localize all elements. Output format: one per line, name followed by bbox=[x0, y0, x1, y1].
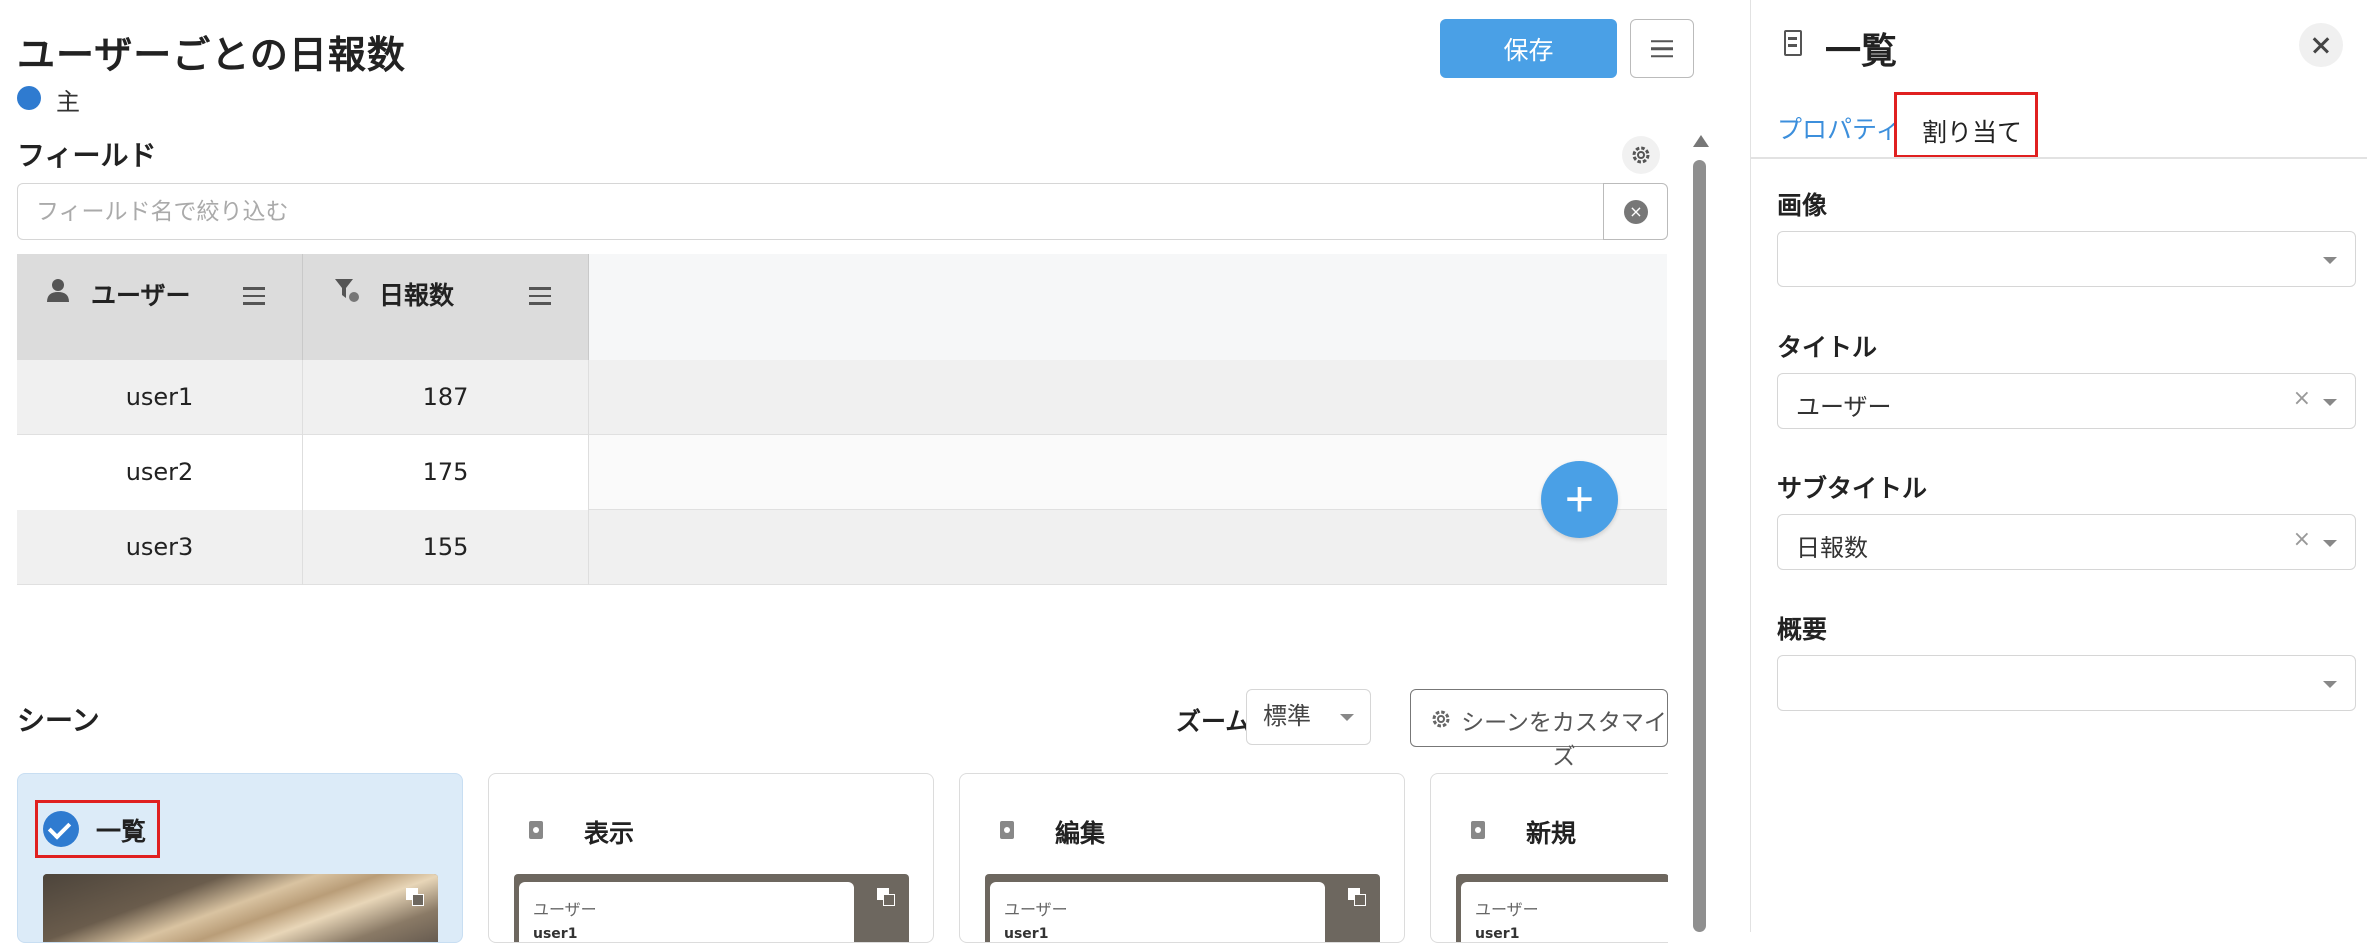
scenes-heading: シーン bbox=[17, 704, 100, 737]
list-view-icon bbox=[1784, 30, 1802, 56]
plus-icon: + bbox=[1564, 471, 1595, 527]
clear-icon[interactable]: × bbox=[2293, 527, 2311, 552]
tabs-divider bbox=[1751, 157, 2367, 159]
menu-button[interactable] bbox=[1630, 19, 1694, 78]
close-button[interactable] bbox=[2299, 23, 2343, 67]
cell-count: 175 bbox=[303, 435, 589, 510]
highlight-box bbox=[35, 800, 160, 858]
clear-circle-icon: × bbox=[1624, 200, 1648, 224]
image-select[interactable] bbox=[1777, 231, 2356, 287]
gear-icon bbox=[1632, 146, 1650, 164]
zoom-select[interactable]: 標準 bbox=[1246, 689, 1371, 745]
scene-thumbnail: ユーザー user1 bbox=[514, 874, 909, 942]
cell-count: 155 bbox=[303, 510, 589, 585]
tab-assign[interactable]: 割り当て bbox=[1894, 92, 2038, 158]
filter-clear-button[interactable]: × bbox=[1603, 183, 1668, 240]
caret-down-icon bbox=[1340, 714, 1354, 721]
field-label-subtitle: サブタイトル bbox=[1777, 474, 1928, 503]
table-row[interactable]: user1 187 bbox=[17, 360, 1667, 435]
thumbnail-field-label: ユーザー bbox=[1475, 900, 1539, 919]
copy-icon[interactable] bbox=[1348, 888, 1368, 908]
thumbnail-field-value: user1 bbox=[1475, 926, 1520, 942]
caret-down-icon bbox=[2323, 399, 2337, 406]
tab-assign-label: 割り当て bbox=[1922, 118, 2023, 147]
column-menu-icon[interactable] bbox=[243, 282, 265, 310]
scene-thumbnail bbox=[43, 874, 438, 942]
cell-user: user2 bbox=[17, 435, 303, 510]
scene-new-icon bbox=[1471, 821, 1485, 839]
fields-heading: フィールド bbox=[17, 139, 157, 172]
field-settings-button[interactable] bbox=[1622, 136, 1660, 174]
scroll-up-arrow-icon[interactable] bbox=[1693, 135, 1709, 147]
scene-view-icon bbox=[529, 821, 543, 839]
source-label: 主 bbox=[56, 88, 80, 116]
copy-icon[interactable] bbox=[877, 888, 897, 908]
save-button[interactable]: 保存 bbox=[1440, 19, 1617, 78]
hamburger-icon bbox=[1651, 35, 1673, 63]
thumbnail-field-value: user1 bbox=[1004, 926, 1049, 942]
thumbnail-field-value: user1 bbox=[533, 926, 578, 942]
zoom-label: ズーム bbox=[1176, 707, 1251, 736]
gear-icon bbox=[1432, 710, 1450, 728]
cell-user: user3 bbox=[17, 510, 303, 585]
customize-label: シーンをカスタマイズ bbox=[1461, 710, 1667, 770]
column-header-count[interactable]: 日報数 bbox=[303, 254, 589, 360]
tab-properties[interactable]: プロパティ bbox=[1777, 110, 1901, 146]
select-value: 日報数 bbox=[1796, 534, 1868, 562]
table-row[interactable]: user3 155 bbox=[17, 510, 1667, 585]
column-header-label: ユーザー bbox=[91, 281, 191, 310]
scene-title: 編集 bbox=[1055, 819, 1106, 848]
scene-title: 新規 bbox=[1526, 819, 1577, 848]
caret-down-icon bbox=[2323, 257, 2337, 264]
thumbnail-field-label: ユーザー bbox=[533, 900, 597, 919]
caret-down-icon bbox=[2323, 540, 2337, 547]
thumbnail-field-label: ユーザー bbox=[1004, 900, 1068, 919]
source-dot-icon bbox=[17, 86, 41, 110]
panel-title: 一覧 bbox=[1825, 31, 1898, 72]
table-header-empty bbox=[589, 254, 1667, 360]
wood-image bbox=[43, 874, 438, 942]
clear-icon[interactable]: × bbox=[2293, 386, 2311, 411]
thumbnail-card: ユーザー user1 bbox=[519, 882, 854, 942]
scene-thumbnail: ユーザー user1 bbox=[1456, 874, 1668, 942]
filter-function-icon bbox=[335, 279, 359, 302]
data-table: ユーザー 日報数 user1 187 user2 175 user3 155 bbox=[17, 254, 1667, 586]
field-filter-input[interactable] bbox=[17, 183, 1604, 240]
scene-title: 表示 bbox=[584, 819, 635, 848]
caret-down-icon bbox=[2323, 681, 2337, 688]
page-title: ユーザーごとの日報数 bbox=[17, 33, 406, 77]
add-field-button[interactable]: + bbox=[1541, 461, 1618, 538]
user-icon bbox=[47, 279, 69, 302]
zoom-value: 標準 bbox=[1263, 702, 1311, 730]
editor-pane: ユーザーごとの日報数 主 保存 フィールド × ユーザー 日報数 bbox=[0, 0, 1750, 943]
column-menu-icon[interactable] bbox=[529, 282, 551, 310]
copy-icon[interactable] bbox=[406, 888, 426, 908]
field-label-title: タイトル bbox=[1777, 333, 1878, 362]
scene-thumbnail: ユーザー user1 bbox=[985, 874, 1380, 942]
field-label-image: 画像 bbox=[1777, 191, 1828, 220]
thumbnail-card: ユーザー user1 bbox=[1461, 882, 1668, 942]
scrollbar-thumb[interactable] bbox=[1693, 160, 1706, 932]
customize-scenes-button[interactable]: シーンをカスタマイズ bbox=[1410, 689, 1668, 770]
title-select[interactable]: ユーザー × bbox=[1777, 373, 2356, 429]
subtitle-select[interactable]: 日報数 × bbox=[1777, 514, 2356, 570]
scene-edit-icon bbox=[1000, 821, 1014, 839]
scene-card-edit[interactable]: 編集 ユーザー user1 bbox=[959, 773, 1405, 943]
cell-user: user1 bbox=[17, 360, 303, 435]
scene-card-list[interactable]: 一覧 bbox=[17, 773, 463, 943]
cell-count: 187 bbox=[303, 360, 589, 435]
scene-card-new[interactable]: 新規 ユーザー user1 bbox=[1430, 773, 1668, 943]
table-row[interactable]: user2 175 bbox=[17, 435, 1667, 510]
scene-card-view[interactable]: 表示 ユーザー user1 bbox=[488, 773, 934, 943]
column-header-label: 日報数 bbox=[379, 281, 455, 310]
summary-select[interactable] bbox=[1777, 655, 2356, 711]
column-header-user[interactable]: ユーザー bbox=[17, 254, 303, 360]
select-value: ユーザー bbox=[1796, 393, 1892, 421]
thumbnail-card: ユーザー user1 bbox=[990, 882, 1325, 942]
field-label-summary: 概要 bbox=[1777, 615, 1828, 644]
properties-panel: 一覧 プロパティ 割り当て 画像 タイトル ユーザー × サブタイトル 日報数 … bbox=[1750, 0, 2367, 932]
